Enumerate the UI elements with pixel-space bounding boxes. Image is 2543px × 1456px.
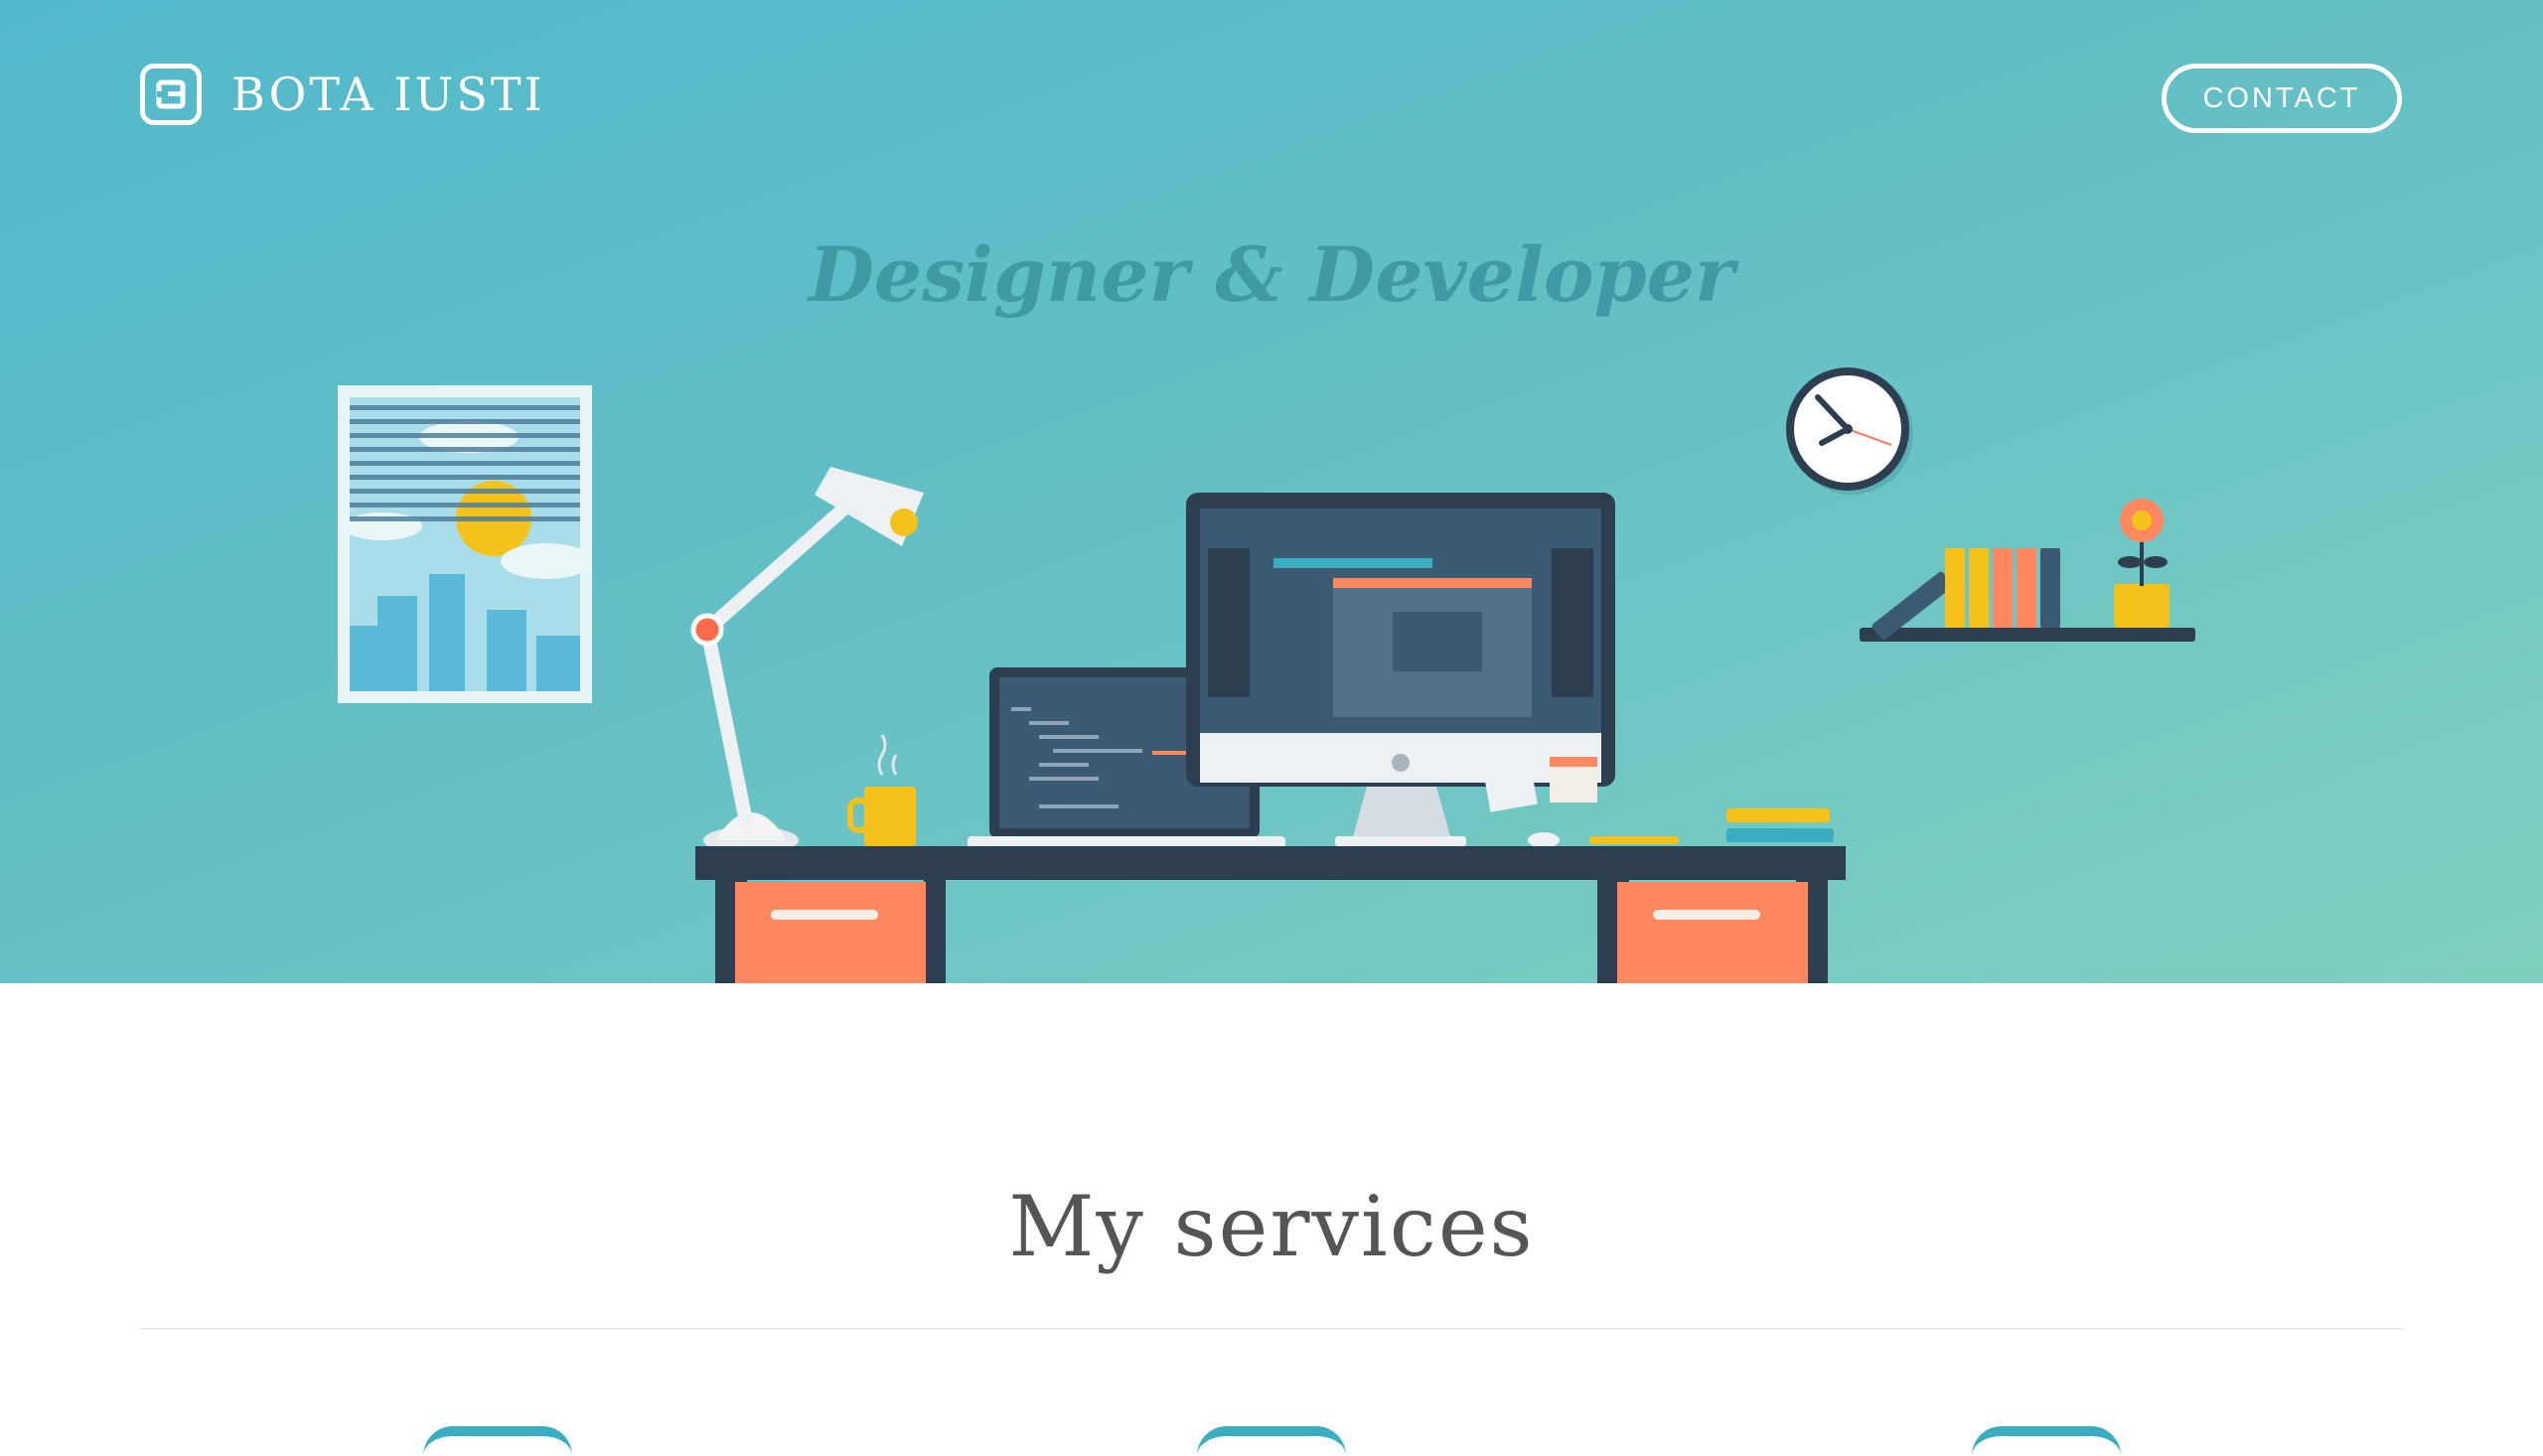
- clock-icon: [1786, 367, 1913, 495]
- desk-icon: [695, 846, 1846, 983]
- service-icon-1: [423, 1426, 572, 1456]
- hero-section: BOTA IUSTI CONTACT Designer & Developer: [0, 0, 2543, 983]
- coffee-mug-icon: [847, 734, 916, 846]
- services-heading: My services: [1008, 1178, 1535, 1275]
- books-icon: [1528, 808, 1834, 848]
- section-divider: [140, 1328, 2403, 1330]
- flower-pot-icon: [2114, 499, 2169, 628]
- window-icon: [338, 385, 592, 703]
- service-icon-3: [1972, 1426, 2121, 1456]
- service-icon-2: [1197, 1426, 1346, 1456]
- workspace-illustration: [338, 367, 2195, 983]
